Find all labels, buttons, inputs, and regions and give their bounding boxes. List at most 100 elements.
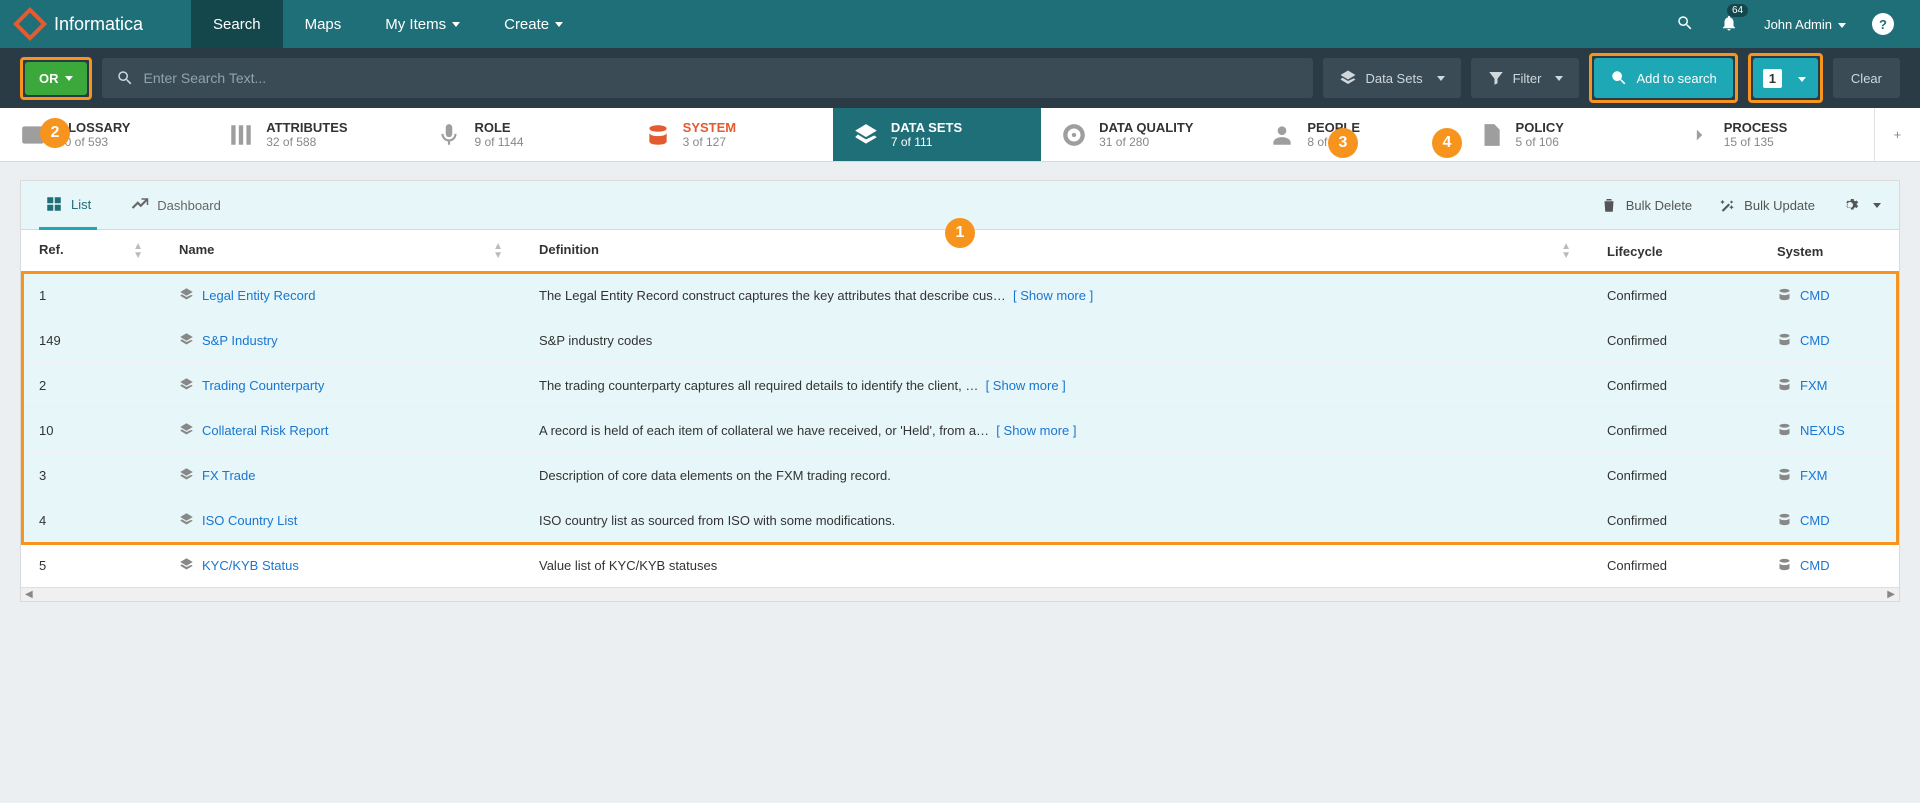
search-input-wrap[interactable] [102, 58, 1314, 98]
table-row[interactable]: 10 Collateral Risk Report A record is he… [21, 408, 1899, 453]
selected-count-chip[interactable]: 1 [1753, 58, 1818, 98]
count-highlight: 1 [1748, 53, 1823, 103]
row-name-link[interactable]: ISO Country List [202, 513, 297, 528]
row-name-link[interactable]: S&P Industry [202, 333, 278, 348]
layers-icon [179, 423, 194, 438]
datasets-dropdown[interactable]: Data Sets [1323, 58, 1460, 98]
search-icon[interactable] [1676, 14, 1694, 35]
bulk-delete-button[interactable]: Bulk Delete [1600, 196, 1692, 214]
row-name-link[interactable]: KYC/KYB Status [202, 558, 299, 573]
category-tab-process[interactable]: PROCESS15 of 135 [1666, 108, 1874, 161]
results-panel: List Dashboard Bulk Delete Bulk Update [20, 180, 1900, 602]
cell-system: FXM [1759, 363, 1899, 408]
bulk-update-label: Bulk Update [1744, 198, 1815, 213]
category-count: 7 of 111 [891, 135, 962, 149]
selected-count: 1 [1763, 69, 1782, 88]
table-row[interactable]: 5 KYC/KYB Status Value list of KYC/KYB s… [21, 543, 1899, 588]
nav-maps[interactable]: Maps [283, 0, 364, 48]
cell-definition: S&P industry codes [521, 318, 1589, 363]
filter-dropdown[interactable]: Filter [1471, 58, 1580, 98]
category-tabs: GLOSSARY30 of 593 ATTRIBUTES32 of 588 RO… [0, 108, 1920, 162]
col-system[interactable]: System [1759, 230, 1899, 273]
cell-lifecycle: Confirmed [1589, 543, 1759, 588]
bool-highlight: OR [20, 57, 92, 100]
brand-block[interactable]: Informatica [0, 0, 161, 48]
settings-menu[interactable] [1841, 196, 1881, 214]
filter-label: Filter [1513, 71, 1542, 86]
category-tab-policy[interactable]: POLICY5 of 106 [1458, 108, 1666, 161]
system-link[interactable]: NEXUS [1800, 423, 1845, 438]
category-count: 31 of 280 [1099, 135, 1193, 149]
add-to-search-button[interactable]: Add to search [1594, 58, 1732, 98]
notif-count: 64 [1727, 4, 1748, 17]
clear-button[interactable]: Clear [1833, 58, 1900, 98]
category-tab-glossary[interactable]: GLOSSARY30 of 593 [0, 108, 208, 161]
category-tab-data-sets[interactable]: DATA SETS7 of 111 [833, 108, 1041, 161]
cell-ref: 4 [21, 498, 161, 543]
system-link[interactable]: FXM [1800, 378, 1827, 393]
cell-system: CMD [1759, 543, 1899, 588]
system-link[interactable]: CMD [1800, 288, 1830, 303]
row-name-link[interactable]: FX Trade [202, 468, 255, 483]
system-link[interactable]: FXM [1800, 468, 1827, 483]
col-ref[interactable]: Ref.▲▼ [21, 230, 161, 273]
content-area: List Dashboard Bulk Delete Bulk Update [0, 162, 1920, 612]
show-more-link[interactable]: [ Show more ] [986, 378, 1066, 393]
system-link[interactable]: CMD [1800, 513, 1830, 528]
horizontal-scrollbar[interactable]: ◀▶ [21, 587, 1899, 601]
table-body: 1 Legal Entity Record The Legal Entity R… [21, 273, 1899, 588]
grid-icon [45, 195, 63, 213]
system-link[interactable]: CMD [1800, 558, 1830, 573]
category-label: SYSTEM [683, 120, 736, 135]
nav-myitems[interactable]: My Items [363, 0, 482, 48]
cell-system: NEXUS [1759, 408, 1899, 453]
cell-system: CMD [1759, 498, 1899, 543]
chevron-down-icon [1792, 71, 1818, 86]
table-row[interactable]: 2 Trading Counterparty The trading count… [21, 363, 1899, 408]
cell-lifecycle: Confirmed [1589, 273, 1759, 318]
add-category-tab[interactable]: + [1874, 108, 1920, 161]
searchbar: OR Data Sets Filter Add to search 1 Clea… [0, 48, 1920, 108]
show-more-link[interactable]: [ Show more ] [1013, 288, 1093, 303]
nav-create[interactable]: Create [482, 0, 585, 48]
cell-ref: 149 [21, 318, 161, 363]
row-name-link[interactable]: Trading Counterparty [202, 378, 324, 393]
i-cols-icon [228, 122, 254, 148]
search-input[interactable] [144, 70, 1300, 86]
show-more-link[interactable]: [ Show more ] [996, 423, 1076, 438]
database-icon [1777, 378, 1792, 393]
row-name-link[interactable]: Collateral Risk Report [202, 423, 328, 438]
category-count: 3 of 127 [683, 135, 736, 149]
category-count: 32 of 588 [266, 135, 347, 149]
col-lifecycle[interactable]: Lifecycle [1589, 230, 1759, 273]
help-icon[interactable]: ? [1872, 13, 1894, 35]
bool-operator-chip[interactable]: OR [25, 62, 87, 95]
system-link[interactable]: CMD [1800, 333, 1830, 348]
table-row[interactable]: 149 S&P Industry S&P industry codes Conf… [21, 318, 1899, 363]
col-name[interactable]: Name▲▼ [161, 230, 521, 273]
i-mic-icon [436, 122, 462, 148]
trend-icon [131, 196, 149, 214]
cell-name: KYC/KYB Status [161, 543, 521, 588]
table-row[interactable]: 1 Legal Entity Record The Legal Entity R… [21, 273, 1899, 318]
database-icon [1777, 558, 1792, 573]
user-menu[interactable]: John Admin [1764, 17, 1846, 32]
view-list-tab[interactable]: List [39, 181, 97, 230]
annotation-3: 3 [1328, 128, 1358, 158]
bulk-update-button[interactable]: Bulk Update [1718, 196, 1815, 214]
view-dashboard-tab[interactable]: Dashboard [125, 182, 227, 228]
col-definition[interactable]: Definition▲▼ [521, 230, 1589, 273]
category-tab-system[interactable]: SYSTEM3 of 127 [625, 108, 833, 161]
row-name-link[interactable]: Legal Entity Record [202, 288, 315, 303]
layers-icon [1339, 69, 1357, 87]
cell-ref: 1 [21, 273, 161, 318]
nav-search[interactable]: Search [191, 0, 283, 48]
notifications-button[interactable]: 64 [1720, 14, 1738, 35]
layers-icon [179, 333, 194, 348]
table-row[interactable]: 3 FX Trade Description of core data elem… [21, 453, 1899, 498]
category-tab-role[interactable]: ROLE9 of 1144 [416, 108, 624, 161]
category-tab-data-quality[interactable]: DATA QUALITY31 of 280 [1041, 108, 1249, 161]
category-label: ROLE [474, 120, 523, 135]
category-tab-attributes[interactable]: ATTRIBUTES32 of 588 [208, 108, 416, 161]
table-row[interactable]: 4 ISO Country List ISO country list as s… [21, 498, 1899, 543]
